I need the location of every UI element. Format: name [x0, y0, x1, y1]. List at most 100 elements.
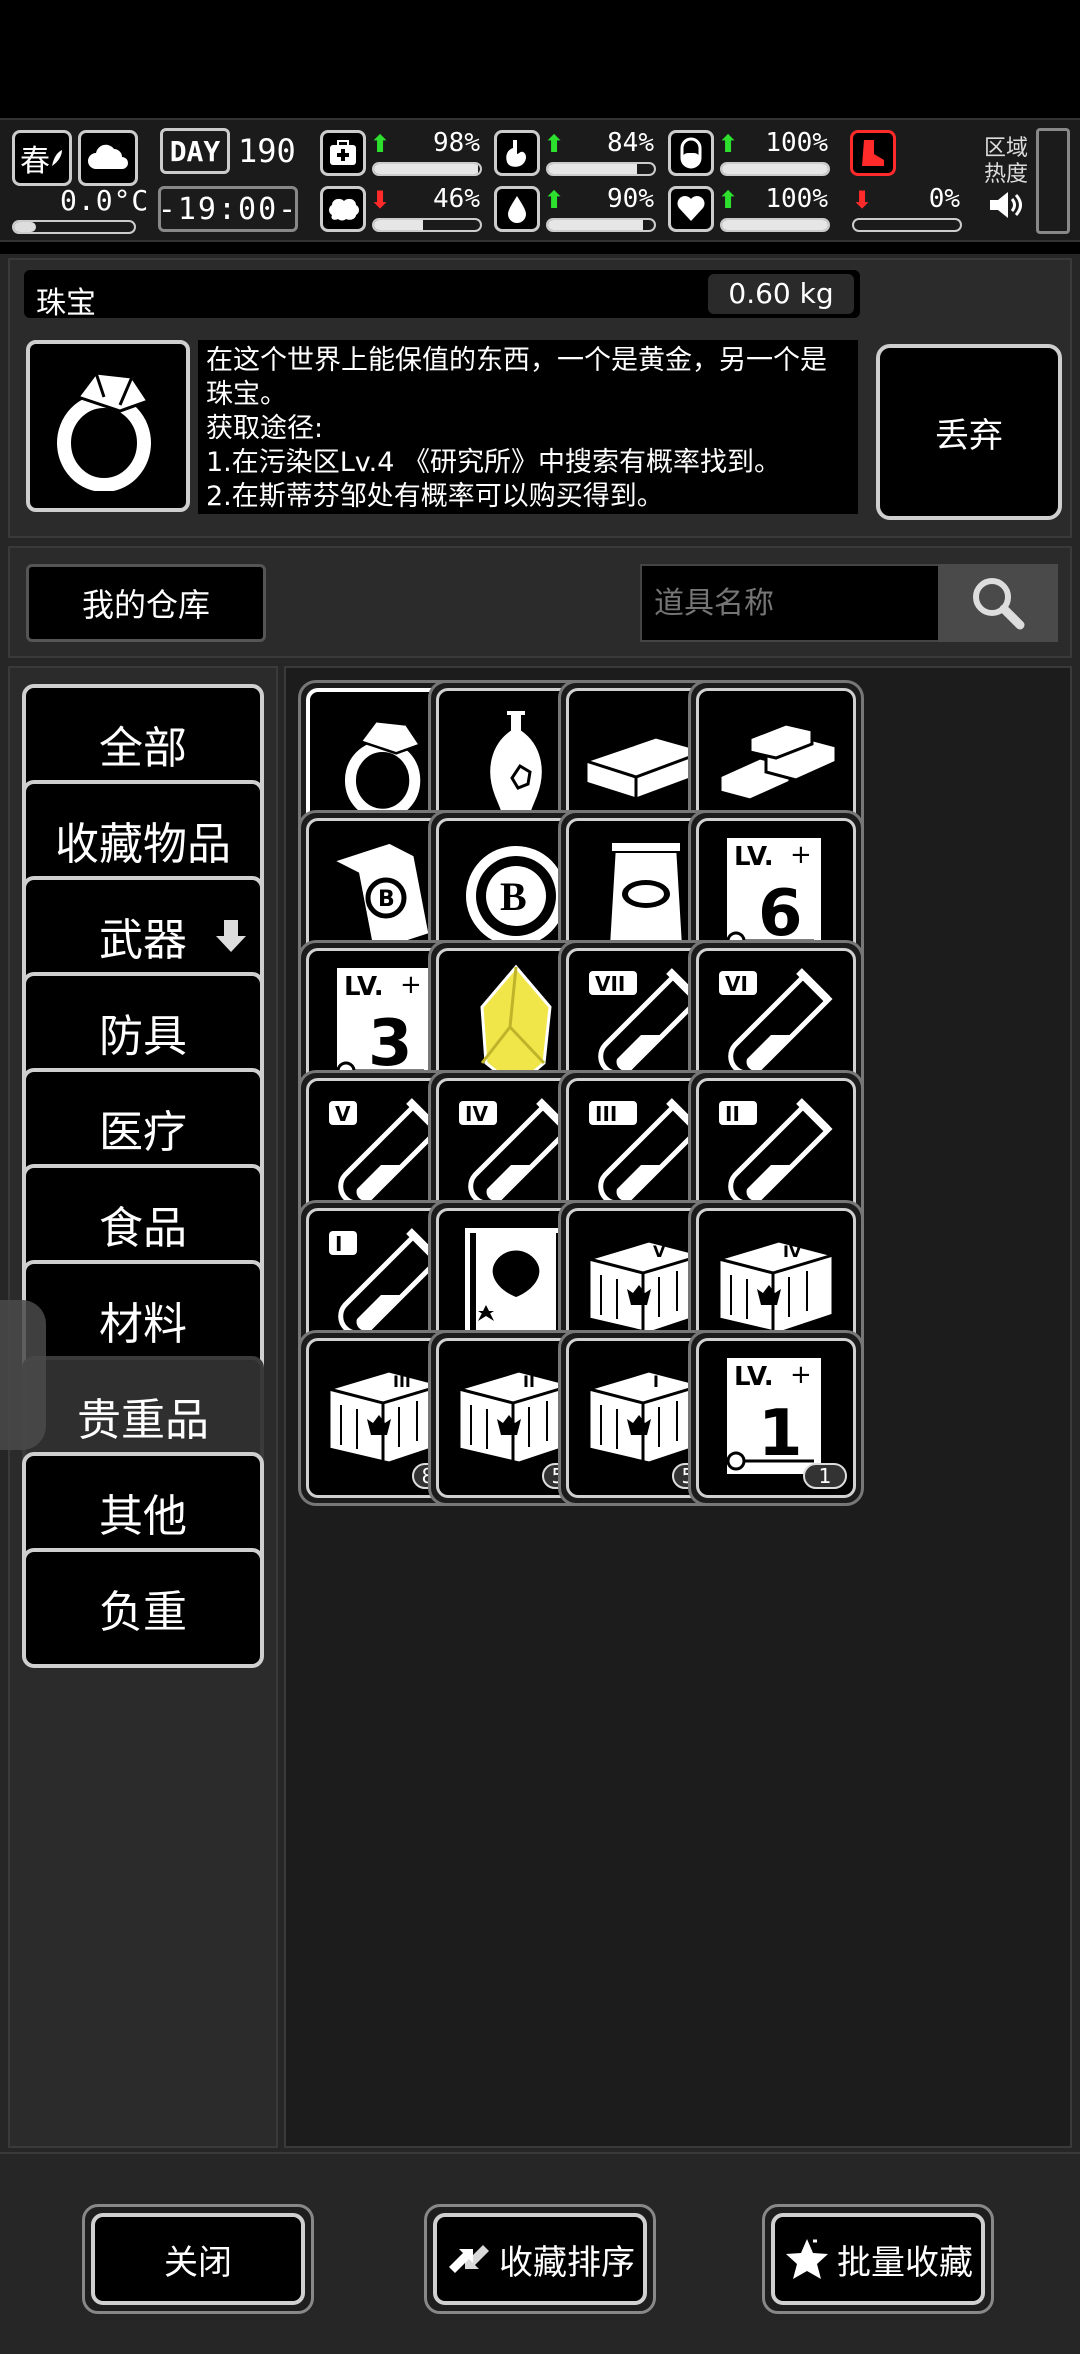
region-heat-label: 区域 热度	[984, 136, 1028, 188]
swap-arrows-icon	[449, 2245, 489, 2273]
heart-icon	[668, 186, 714, 232]
close-button[interactable]: 关闭	[82, 2204, 314, 2314]
discard-label: 丢弃	[935, 415, 1003, 456]
svg-text:LV.: LV.	[344, 972, 384, 1002]
close-label: 关闭	[164, 2242, 232, 2283]
speaker-icon[interactable]	[988, 190, 1022, 224]
category-label: 其他	[99, 1491, 187, 1542]
svg-text:V: V	[335, 1102, 351, 1126]
discard-button[interactable]: 丢弃	[876, 344, 1062, 520]
item-name: 珠宝	[36, 286, 96, 321]
item-count-badge: 1	[803, 1463, 847, 1489]
crate-icon: IV	[711, 1231, 841, 1345]
stat-bar	[546, 218, 656, 232]
svg-text:V: V	[653, 1242, 666, 1261]
trend-up-icon: ⬆	[544, 186, 565, 214]
svg-text:LV.: LV.	[734, 1362, 774, 1392]
season-indicator: 春	[12, 130, 72, 186]
svg-text:+: +	[790, 1360, 812, 1390]
trend-up-icon: ⬆	[718, 130, 739, 158]
trend-down-icon: ⬇	[370, 186, 391, 214]
stat-value: 0%	[928, 184, 960, 214]
side-drawer-handle[interactable]	[0, 1300, 46, 1450]
stat-bar	[852, 218, 962, 232]
svg-text:VII: VII	[595, 972, 625, 996]
svg-text:B: B	[378, 887, 395, 912]
svg-text:+: +	[790, 840, 812, 870]
stat-thirst: ⬆ 90%	[494, 184, 664, 238]
item-weight: 0.60 kg	[708, 274, 854, 314]
category-label: 负重	[99, 1587, 187, 1638]
cloud-icon	[78, 130, 138, 186]
sort-favorites-button[interactable]: 收藏排序	[424, 2204, 656, 2314]
trend-up-icon: ⬆	[718, 186, 739, 214]
stat-bar	[546, 162, 656, 176]
svg-text:II: II	[725, 1102, 740, 1126]
brain-icon	[320, 186, 366, 232]
game-time: -19:00-	[158, 186, 298, 232]
stat-stamina	[850, 128, 980, 182]
trend-down-icon: ⬇	[852, 186, 873, 214]
season-label: 春	[20, 144, 50, 179]
boot-icon	[850, 130, 896, 176]
stat-value: 46%	[433, 184, 480, 214]
category-label: 武器	[99, 915, 187, 966]
svg-text:III: III	[393, 1372, 411, 1391]
svg-text:IV: IV	[783, 1242, 802, 1261]
batch-label: 批量收藏	[837, 2242, 973, 2283]
stat-infection: ⬇ 0%	[800, 184, 970, 238]
stat-value: 84%	[607, 128, 654, 158]
svg-text:B: B	[500, 874, 527, 919]
svg-text:+: +	[400, 970, 422, 1000]
svg-text:I: I	[653, 1372, 659, 1391]
stat-sanity: ⬇ 46%	[320, 184, 490, 238]
stat-health: ⬆ 98%	[320, 128, 490, 182]
stomach-icon	[494, 130, 540, 176]
star-icon	[786, 2239, 828, 2279]
status-bar: 春 0.0°C DAY 190 -19:00- ⬆ 98% ⬆ 84% ⬆ 10…	[0, 118, 1080, 242]
warehouse-title: 我的仓库	[26, 564, 266, 642]
warehouse-bar: 我的仓库	[8, 546, 1072, 658]
category-label: 材料	[99, 1299, 187, 1350]
item-grid: 122868329B9B999+65LV.+61LV.+3110VII36VI2…	[284, 666, 1072, 2148]
stat-hunger: ⬆ 84%	[494, 128, 664, 182]
item-title-bar: 珠宝 0.60 kg	[24, 270, 860, 321]
stat-value: 90%	[607, 184, 654, 214]
trend-up-icon: ⬆	[370, 130, 391, 158]
category-label: 食品	[99, 1203, 187, 1254]
region-heat-text: 区域 热度	[984, 136, 1029, 187]
stat-value: 98%	[433, 128, 480, 158]
pill-icon	[668, 130, 714, 176]
temperature-value: 0.0°C	[60, 184, 150, 217]
sort-label: 收藏排序	[499, 2242, 635, 2283]
item-description: 在这个世界上能保值的东西，一个是黄金，另一个是珠宝。 获取途径: 1.在污染区L…	[198, 340, 858, 514]
temperature-bar	[12, 220, 136, 234]
item-info-panel: 珠宝 0.60 kg 在这个世界上能保值的东西，一个是黄金，另一个是珠宝。 获取…	[8, 258, 1072, 538]
svg-text:III: III	[595, 1102, 617, 1126]
stat-bar	[720, 162, 830, 176]
day-label: DAY	[160, 128, 230, 174]
svg-text:II: II	[523, 1372, 535, 1391]
svg-text:VI: VI	[725, 972, 748, 996]
svg-text:IV: IV	[465, 1102, 488, 1126]
category-sidebar: 全部 收藏物品 武器 防具 医疗 食品 材料 贵重品 其他 负重	[8, 666, 278, 2148]
bottom-bar: 关闭 收藏排序 批量收藏	[0, 2152, 1080, 2354]
batch-favorite-button[interactable]: 批量收藏	[762, 2204, 994, 2314]
search-icon	[973, 578, 1025, 630]
trend-up-icon: ⬆	[544, 130, 565, 158]
stat-bar	[372, 218, 482, 232]
category-load[interactable]: 负重	[22, 1548, 264, 1668]
category-label: 贵重品	[77, 1395, 209, 1446]
inventory-slot[interactable]: LV. +1 1	[688, 1330, 864, 1506]
gold-bar-icon	[706, 716, 846, 820]
medkit-icon	[320, 130, 366, 176]
stat-medicine: ⬆ 100%	[668, 128, 838, 182]
svg-text:LV.: LV.	[734, 842, 774, 872]
stat-bar	[372, 162, 482, 176]
svg-text:I: I	[335, 1232, 342, 1256]
search-input[interactable]	[640, 564, 950, 642]
search-button[interactable]	[938, 564, 1058, 642]
arrow-down-icon	[216, 920, 246, 952]
inventory-slot-frame: LV. +1 1	[696, 1338, 856, 1498]
water-drop-icon	[494, 186, 540, 232]
